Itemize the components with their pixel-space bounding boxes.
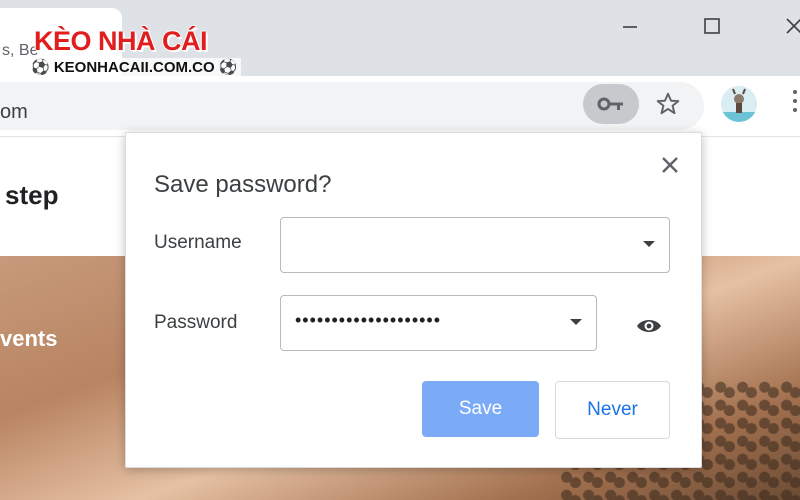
page-heading: step	[5, 180, 59, 210]
avatar-image	[721, 86, 757, 122]
dialog-close-button[interactable]	[656, 151, 684, 179]
username-field[interactable]	[280, 217, 670, 273]
maximize-button[interactable]	[692, 8, 732, 44]
never-button[interactable]: Never	[555, 381, 670, 439]
hero-text: vents	[0, 326, 58, 351]
eye-icon	[637, 320, 661, 332]
watermark-subtitle: ⚽ KEONHACAII.COM.CO ⚽	[28, 58, 241, 76]
profile-avatar[interactable]	[721, 86, 757, 122]
bookmark-star-button[interactable]	[648, 84, 688, 124]
more-vert-icon[interactable]	[790, 90, 800, 120]
url-text: om	[0, 101, 28, 123]
password-key-button[interactable]	[583, 84, 639, 124]
star-icon	[656, 92, 680, 115]
save-password-dialog: Save password? Username Password •••••••…	[125, 132, 702, 468]
dialog-title: Save password?	[154, 171, 332, 198]
chevron-down-icon[interactable]	[643, 241, 655, 247]
watermark-title: KÈO NHÀ CÁI	[34, 26, 208, 56]
key-icon	[597, 97, 623, 111]
minimize-icon	[623, 26, 637, 28]
browser-toolbar: om	[0, 76, 800, 136]
watermark-logo: KÈO NHÀ CÁI ⚽ KEONHACAII.COM.CO ⚽	[28, 24, 241, 76]
password-value: ••••••••••••••••••••	[295, 310, 442, 330]
minimize-button[interactable]	[610, 8, 650, 44]
save-button[interactable]: Save	[422, 381, 539, 437]
close-icon	[786, 18, 800, 34]
close-icon	[662, 157, 678, 173]
chevron-down-icon[interactable]	[570, 319, 582, 325]
maximize-icon	[704, 18, 720, 34]
show-password-button[interactable]	[631, 308, 667, 344]
username-label: Username	[154, 232, 242, 253]
password-label: Password	[154, 312, 238, 333]
password-field[interactable]: ••••••••••••••••••••	[280, 295, 597, 351]
close-window-button[interactable]	[774, 8, 800, 44]
